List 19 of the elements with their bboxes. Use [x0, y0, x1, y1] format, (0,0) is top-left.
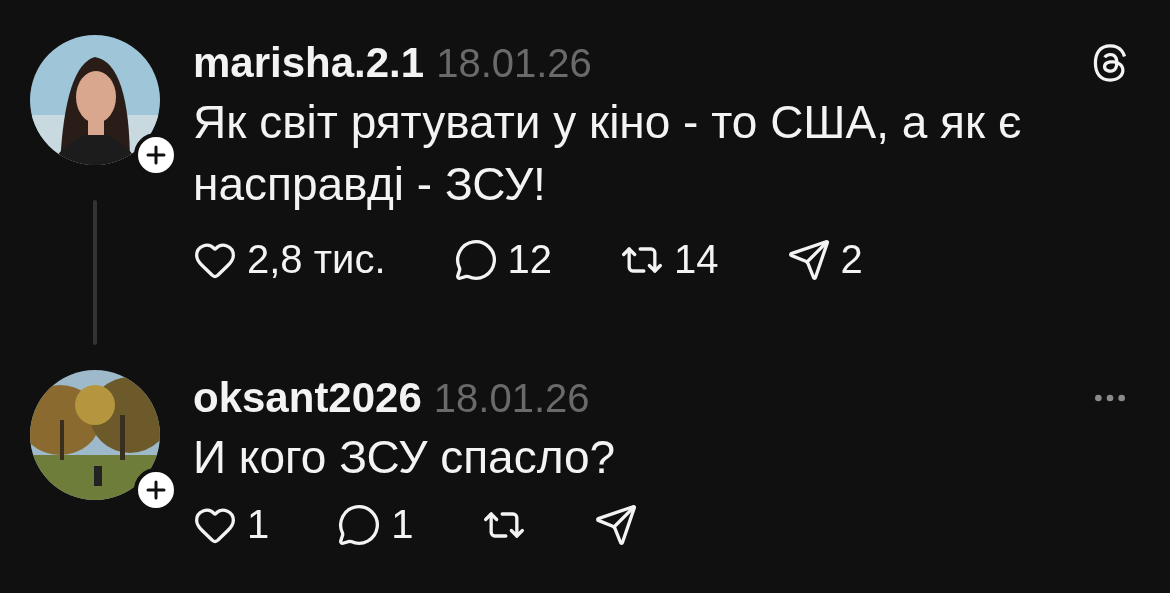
send-icon [786, 237, 831, 282]
comment-button[interactable]: 12 [453, 237, 552, 282]
username[interactable]: marisha.2.1 [193, 39, 425, 87]
plus-icon [146, 145, 166, 165]
share-button[interactable]: 2 [786, 237, 863, 282]
like-button[interactable]: 2,8 тис. [193, 237, 386, 282]
post-date: 18.01.26 [436, 41, 592, 86]
plus-icon [146, 480, 166, 500]
post-text: Як світ рятувати у кіно - то США, а як є насправді - ЗСУ! [193, 95, 1023, 212]
send-icon [593, 502, 638, 547]
repost-button[interactable]: 14 [620, 237, 719, 282]
share-button[interactable] [593, 502, 638, 547]
comment-icon [453, 237, 498, 282]
username[interactable]: oksant2026 [193, 374, 422, 422]
like-button[interactable]: 1 [193, 502, 270, 547]
post-text: И кого ЗСУ спасло? [193, 430, 617, 485]
post-date: 18.01.26 [433, 376, 590, 421]
comment-icon [337, 502, 382, 547]
comment-button[interactable]: 1 [337, 502, 414, 547]
